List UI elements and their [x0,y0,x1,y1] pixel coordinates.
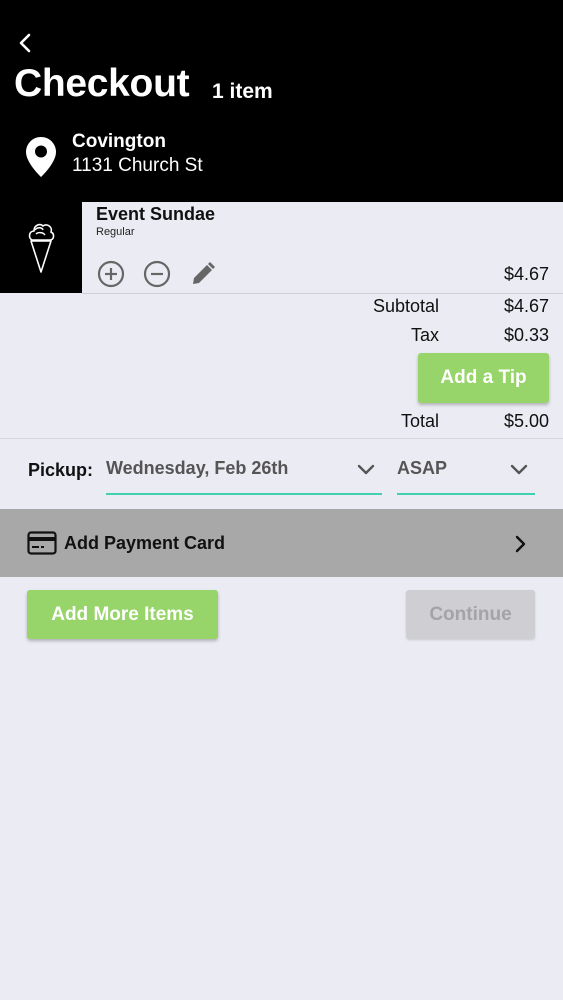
payment-label: Add Payment Card [64,533,226,553]
chevron-down-icon [510,464,528,475]
add-tip-button[interactable]: Add a Tip [418,353,549,403]
pickup-label: Pickup: [28,460,94,480]
minus-circle-icon [143,260,171,288]
pickup-time-value: ASAP [397,458,448,478]
subtotal-label: Subtotal [372,296,439,316]
location-pin-icon [26,137,56,177]
cart-item: Event Sundae Regular $4.67 [82,202,563,294]
continue-button[interactable]: Continue [406,590,535,639]
increase-quantity-button[interactable] [96,259,126,289]
checkout-header: Checkout 1 item Covington 1131 Church St [0,0,563,202]
decrease-quantity-button[interactable] [142,259,172,289]
tax-label: Tax [410,325,439,345]
ice-cream-cone-icon [28,223,55,273]
back-button[interactable] [12,30,38,56]
total-value: $5.00 [503,411,549,431]
chevron-left-icon [19,33,31,53]
tax-value: $0.33 [503,325,549,345]
pickup-date-value: Wednesday, Feb 26th [106,458,289,478]
item-count: 1 item [212,80,273,103]
total-label: Total [400,411,439,431]
credit-card-icon [27,531,57,555]
pickup-time-select[interactable]: ASAP [397,455,535,495]
item-name: Event Sundae [96,204,216,224]
add-payment-card-row[interactable]: Add Payment Card [0,509,563,577]
pickup-date-select[interactable]: Wednesday, Feb 26th [106,455,382,495]
location-name: Covington [72,131,166,152]
item-price: $4.67 [503,264,549,284]
plus-circle-icon [97,260,125,288]
add-more-items-button[interactable]: Add More Items [27,590,218,639]
edit-item-button[interactable] [188,259,218,289]
item-thumbnail [0,202,82,293]
page-title: Checkout [14,62,190,105]
item-variant: Regular [96,226,135,238]
chevron-right-icon [515,535,526,553]
divider [0,438,563,439]
location-address: 1131 Church St [72,155,203,176]
item-actions [96,259,218,289]
subtotal-value: $4.67 [503,296,549,316]
pencil-icon [193,262,215,284]
chevron-down-icon [357,464,375,475]
